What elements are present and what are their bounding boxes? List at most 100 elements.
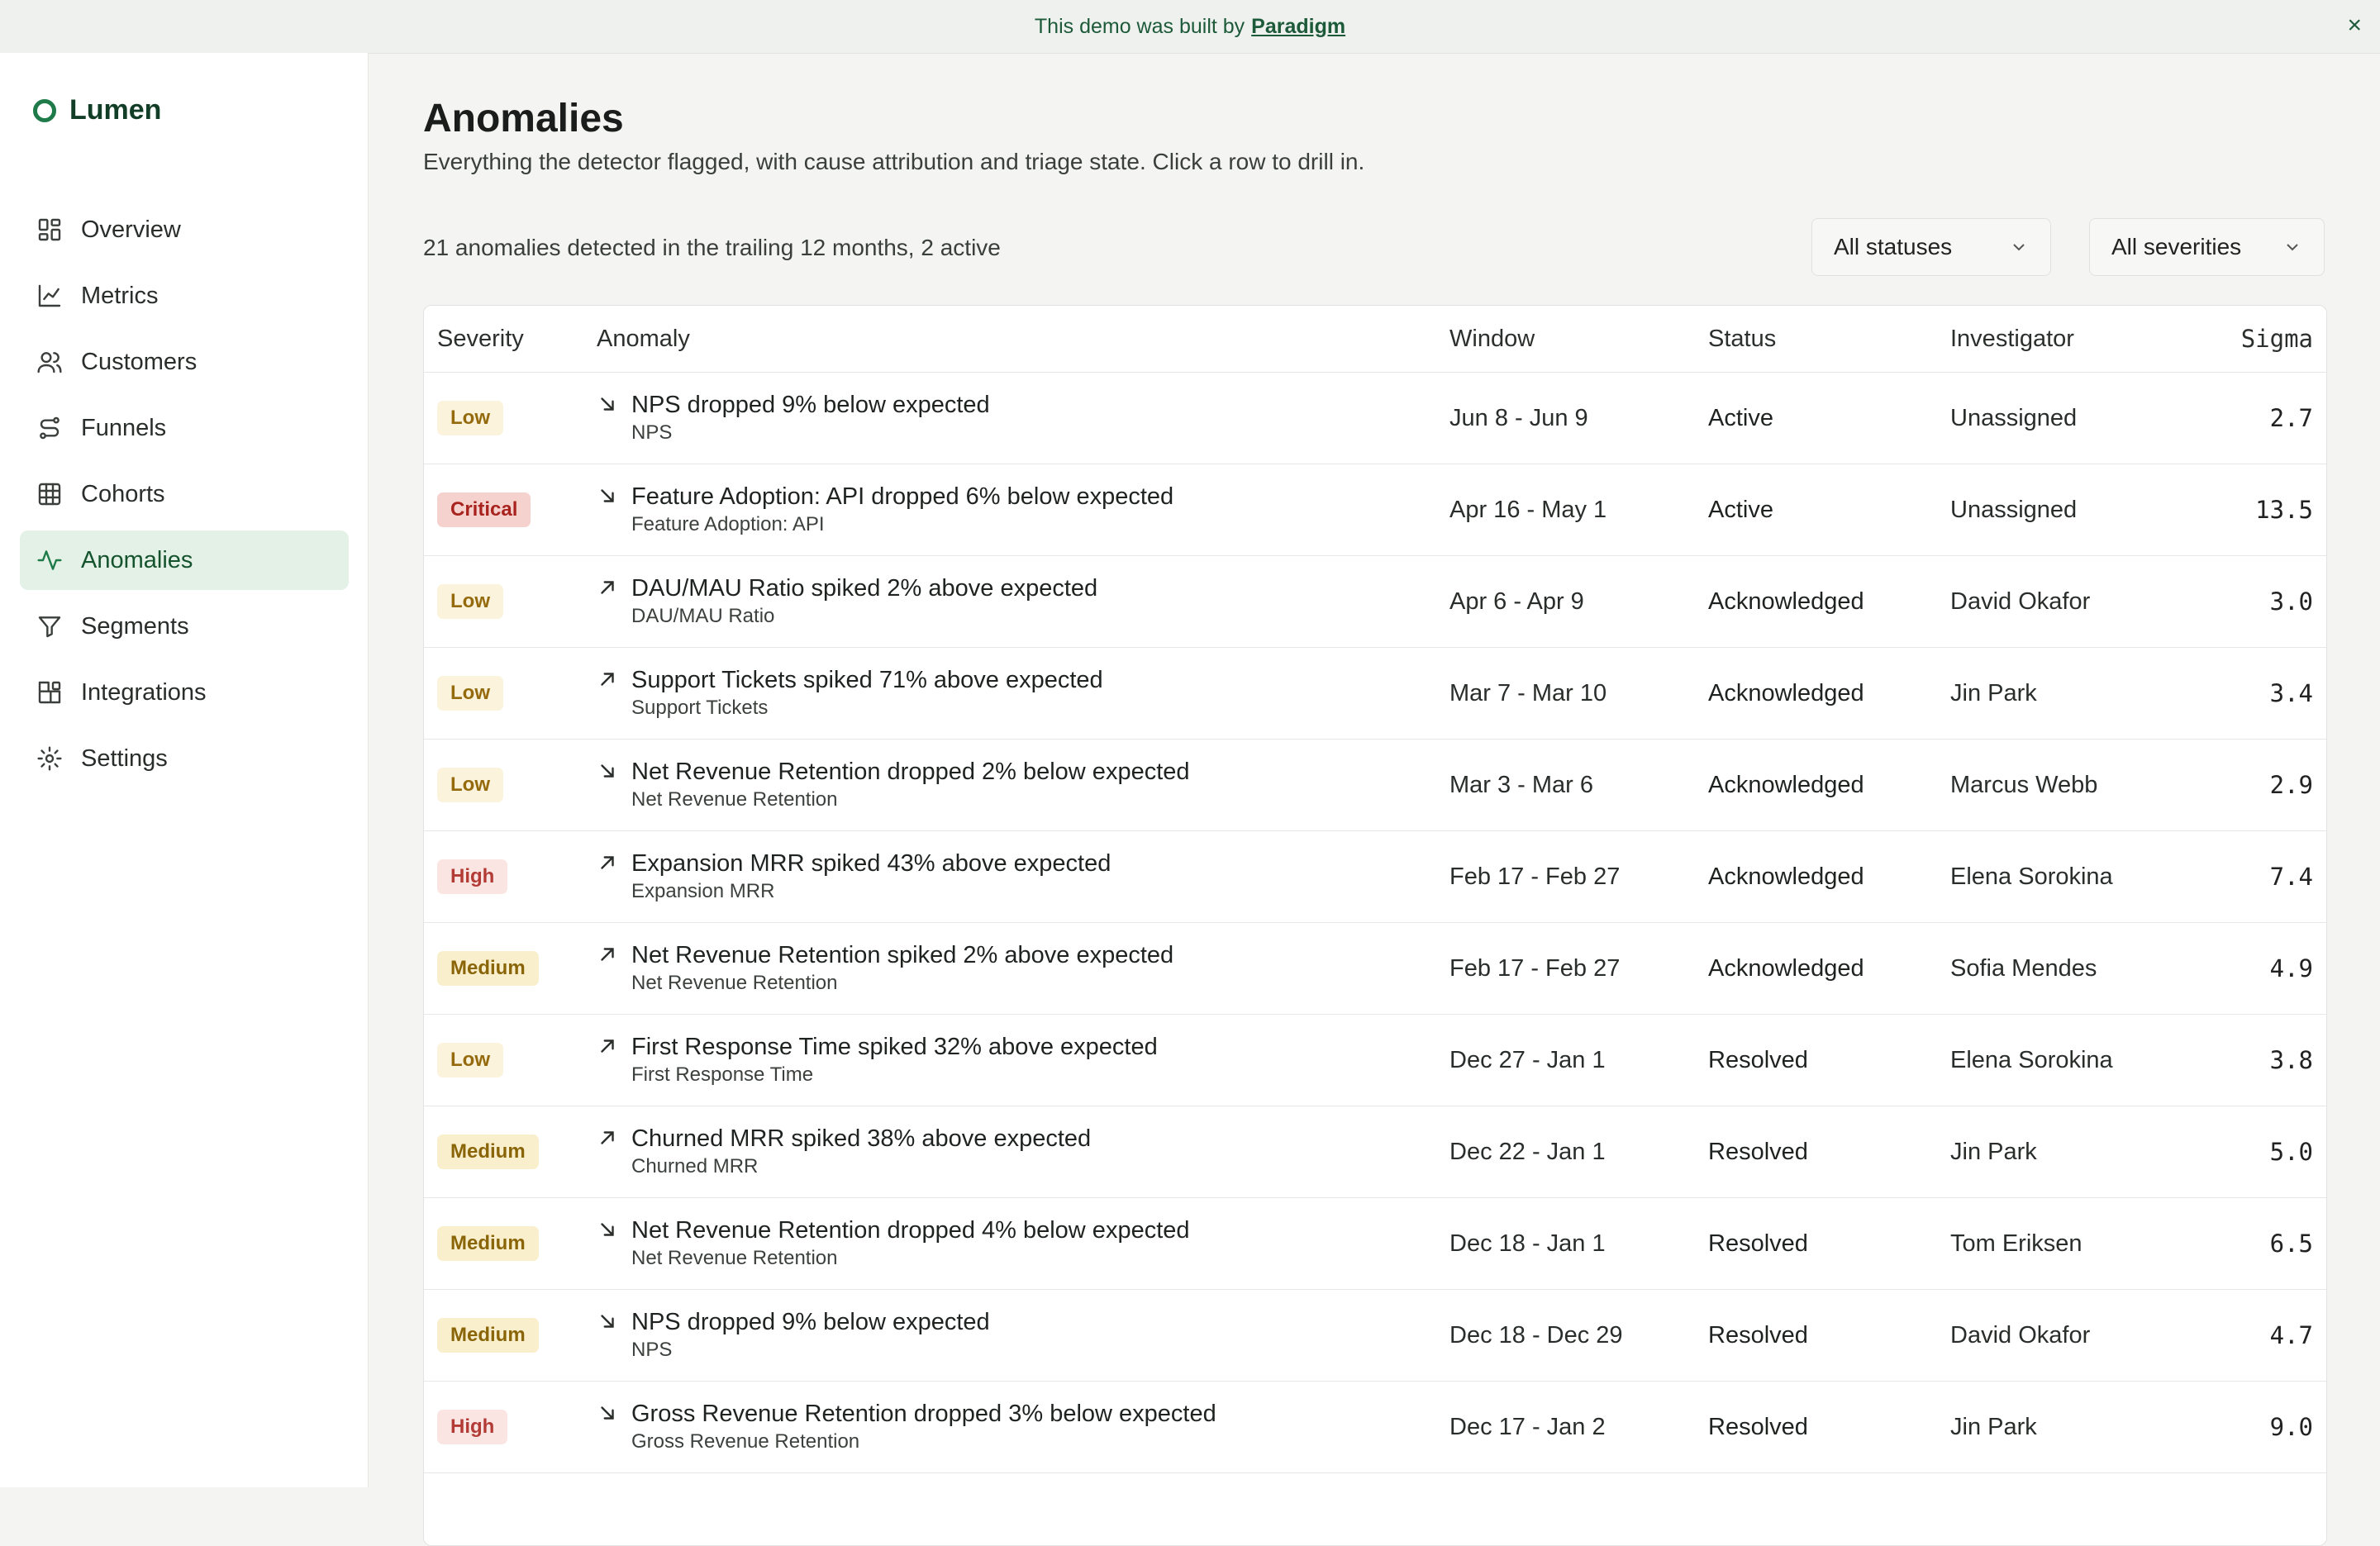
app-logo[interactable]: Lumen [33, 94, 161, 126]
table-row[interactable]: High Gross Revenue Retention dropped 3% b… [424, 1382, 2326, 1473]
sidebar-item-cohorts[interactable]: Cohorts [20, 464, 349, 524]
sidebar-nav: Overview Metrics Customers Funnels Cohorts An… [20, 200, 349, 795]
gear-icon [37, 746, 62, 771]
sidebar-item-customers[interactable]: Customers [20, 332, 349, 392]
window-cell: Feb 17 - Feb 27 [1449, 954, 1621, 982]
arrow-down-right-icon [601, 764, 614, 778]
severity-badge: Medium [437, 951, 539, 986]
severity-badge: Low [437, 584, 503, 619]
severity-cell: Low [437, 373, 503, 464]
table-row[interactable]: Medium Churned MRR spiked 38% above expec… [424, 1106, 2326, 1198]
logo-icon [33, 98, 56, 122]
status-filter-value: All statuses [1834, 234, 1953, 259]
table-row[interactable]: High Expansion MRR spiked 43% above expec… [424, 831, 2326, 923]
investigator-cell: Jin Park [1950, 679, 2037, 706]
sigma-cell: 7.4 [2269, 863, 2313, 891]
sidebar-item-settings[interactable]: Settings [20, 729, 349, 788]
sidebar-item-anomalies[interactable]: Anomalies [20, 530, 349, 590]
table-row[interactable]: Critical Feature Adoption: API dropped 6%… [424, 464, 2326, 556]
anomaly-cell: Churned MRR spiked 38% above expected Chu… [597, 1106, 1091, 1197]
anomaly-cell: Feature Adoption: API dropped 6% below e… [597, 464, 1173, 555]
sidebar-item-funnels[interactable]: Funnels [20, 398, 349, 458]
status-cell: Resolved [1708, 1230, 1808, 1257]
severity-cell: Low [437, 648, 503, 739]
status-cell: Acknowledged [1708, 771, 1864, 798]
anomaly-metric: NPS [631, 421, 673, 444]
blocks-icon [38, 681, 61, 704]
sigma-cell: 9.0 [2269, 1413, 2313, 1441]
sidebar-item-metrics[interactable]: Metrics [20, 266, 349, 326]
sidebar-item-integrations[interactable]: Integrations [20, 663, 349, 722]
status-cell: Active [1708, 404, 1773, 431]
severity-cell: High [437, 831, 508, 922]
page-title: Anomalies [423, 97, 624, 140]
sigma-cell: 3.0 [2269, 587, 2313, 616]
status-filter-dropdown[interactable]: All statuses [1811, 218, 2051, 276]
anomaly-metric: Net Revenue Retention [631, 1247, 838, 1269]
status-cell: Resolved [1708, 1046, 1808, 1073]
severity-badge: Medium [437, 1135, 539, 1169]
window-cell: Dec 18 - Dec 29 [1449, 1321, 1623, 1349]
severity-cell: Critical [437, 464, 531, 555]
users-icon [37, 352, 62, 373]
arrow-up-right-icon [601, 673, 614, 686]
table-row[interactable]: Low First Response Time spiked 32% above … [424, 1015, 2326, 1106]
anomaly-metric: Gross Revenue Retention [631, 1430, 860, 1453]
column-header-anomaly[interactable]: Anomaly [597, 306, 690, 372]
close-icon[interactable]: × [2347, 13, 2362, 38]
demo-banner: This demo was built by Paradigm × [0, 0, 2380, 54]
anomaly-metric: NPS [631, 1339, 673, 1361]
window-cell: Apr 6 - Apr 9 [1449, 587, 1584, 615]
severity-cell: Medium [437, 1198, 539, 1289]
table-row[interactable]: Low NPS dropped 9% below expected NPS Jun 8… [424, 373, 2326, 464]
window-cell: Feb 17 - Feb 27 [1449, 863, 1621, 890]
severity-badge: Low [437, 1043, 503, 1077]
column-header-status[interactable]: Status [1708, 306, 1776, 372]
sigma-cell: 4.9 [2269, 954, 2313, 982]
sigma-cell: 6.5 [2269, 1230, 2313, 1258]
sigma-cell: 3.4 [2269, 679, 2313, 707]
window-cell: Dec 18 - Jan 1 [1449, 1230, 1606, 1257]
table-row[interactable]: Medium NPS dropped 9% below expected NPS De… [424, 1290, 2326, 1382]
sidebar-item-segments[interactable]: Segments [20, 597, 349, 656]
anomaly-title: Net Revenue Retention spiked 2% above ex… [631, 942, 1174, 968]
severity-badge: Medium [437, 1226, 539, 1261]
table-row[interactable]: Low Support Tickets spiked 71% above expe… [424, 648, 2326, 740]
anomaly-metric: DAU/MAU Ratio [631, 605, 775, 627]
investigator-cell: Unassigned [1950, 496, 2078, 523]
severity-cell: Low [437, 556, 503, 647]
sigma-cell: 13.5 [2255, 496, 2313, 524]
arrow-up-right-icon [601, 948, 614, 961]
arrow-down-right-icon [601, 489, 614, 502]
column-header-investigator[interactable]: Investigator [1950, 306, 2074, 372]
severity-badge: High [437, 1410, 508, 1444]
anomaly-title: First Response Time spiked 32% above exp… [631, 1034, 1158, 1060]
severity-badge: Low [437, 401, 503, 435]
arrow-up-right-icon [601, 1131, 614, 1144]
column-header-window[interactable]: Window [1449, 306, 1535, 372]
window-cell: Mar 3 - Mar 6 [1449, 771, 1594, 798]
anomaly-cell: Net Revenue Retention dropped 2% below e… [597, 740, 1190, 830]
column-header-severity[interactable]: Severity [437, 306, 524, 372]
sigma-cell: 3.8 [2269, 1046, 2313, 1074]
app-name: Lumen [69, 94, 162, 126]
arrow-down-right-icon [601, 1223, 614, 1236]
banner-link[interactable]: Paradigm [1251, 15, 1345, 39]
column-header-sigma[interactable]: Sigma [2241, 306, 2313, 372]
status-cell: Resolved [1708, 1321, 1808, 1349]
anomaly-metric: Feature Adoption: API [631, 513, 825, 535]
severity-filter-dropdown[interactable]: All severities [2089, 218, 2325, 276]
severity-badge: Low [437, 768, 503, 802]
status-cell: Acknowledged [1708, 863, 1864, 890]
sidebar-item-label: Overview [81, 216, 181, 243]
anomaly-summary: 21 anomalies detected in the trailing 12… [423, 235, 1001, 260]
table-row[interactable]: Low DAU/MAU Ratio spiked 2% above expecte… [424, 556, 2326, 648]
sigma-cell: 5.0 [2269, 1138, 2313, 1166]
investigator-cell: David Okafor [1950, 1321, 2091, 1349]
activity-icon [37, 550, 62, 570]
table-row[interactable]: Medium Net Revenue Retention dropped 4% b… [424, 1198, 2326, 1290]
window-cell: Mar 7 - Mar 10 [1449, 679, 1607, 706]
sidebar-item-overview[interactable]: Overview [20, 200, 349, 259]
table-row[interactable]: Medium Net Revenue Retention spiked 2% ab… [424, 923, 2326, 1015]
table-row[interactable]: Low Net Revenue Retention dropped 2% belo… [424, 740, 2326, 831]
